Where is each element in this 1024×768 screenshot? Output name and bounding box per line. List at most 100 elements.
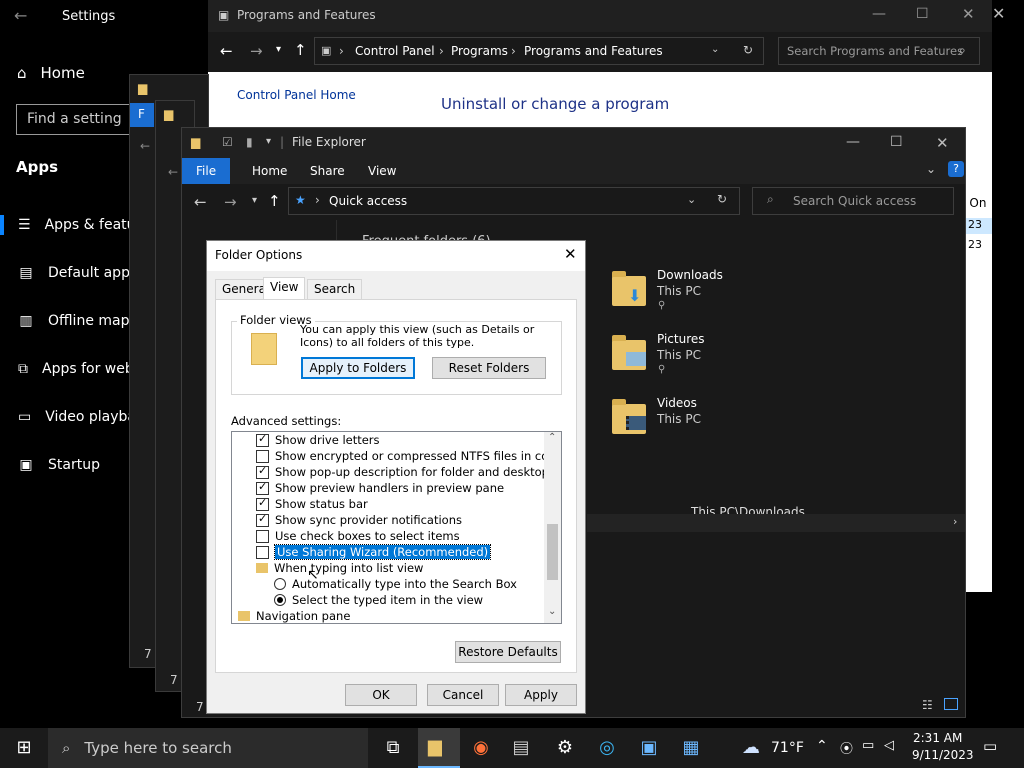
up-arrow-icon[interactable]: ↑ [268, 192, 281, 210]
chevron-down-icon[interactable]: ⌄ [711, 44, 719, 55]
recent-chevron-icon[interactable]: ▾ [276, 44, 281, 55]
settings-nav-apps-for-websites[interactable]: ⧉ Apps for websites [0, 354, 150, 384]
minimize-icon[interactable]: — [846, 134, 860, 150]
list-item[interactable]: Show encrypted or compressed NTFS files … [256, 448, 561, 464]
ribbon-expand-icon[interactable]: ⌄ [926, 162, 936, 176]
reset-folders-button[interactable]: Reset Folders [432, 357, 546, 379]
close-icon[interactable]: ✕ [564, 245, 577, 263]
checkbox[interactable] [256, 449, 269, 463]
radio-button[interactable] [274, 578, 286, 590]
settings-nav-video-playback[interactable]: ▭ Video playback [0, 402, 150, 432]
close-icon[interactable]: ✕ [992, 4, 1005, 23]
checkbox[interactable] [256, 545, 269, 559]
cp-home-link[interactable]: Control Panel Home [237, 88, 356, 102]
taskbar-file-explorer[interactable]: ▆ [418, 728, 460, 768]
edge-icon[interactable]: ◎ [594, 736, 620, 760]
back-arrow-icon[interactable]: ← [168, 165, 178, 179]
checkbox[interactable] [256, 512, 269, 527]
fe-search-input[interactable]: ⌕ Search Quick access [752, 187, 954, 215]
back-arrow-icon[interactable]: ← [220, 42, 233, 60]
checkbox[interactable] [256, 480, 269, 495]
folder-tile-videos[interactable]: Videos This PC [612, 396, 772, 442]
apply-to-folders-button[interactable]: Apply to Folders [301, 357, 415, 379]
back-arrow-icon[interactable]: ← [14, 6, 27, 25]
settings-nav-startup[interactable]: ▣ Startup [0, 450, 150, 480]
chevron-down-icon[interactable]: ⌄ [687, 193, 696, 206]
clock-date[interactable]: 9/11/2023 [912, 748, 974, 762]
volume-muted-icon[interactable]: ◁ [884, 738, 894, 753]
taskbar-search-input[interactable]: ⌕ Type here to search [48, 728, 368, 768]
list-item[interactable]: Show preview handlers in preview pane [256, 480, 504, 496]
close-icon[interactable]: ✕ [936, 134, 949, 152]
folder-tile-downloads[interactable]: ⬇ Downloads This PC ⚲ [612, 268, 772, 314]
ribbon-tab-view[interactable]: View [354, 158, 410, 184]
list-item[interactable]: Show pop-up description for folder and d… [256, 464, 561, 480]
breadcrumb-item[interactable]: Programs and Features [524, 44, 663, 58]
refresh-icon[interactable]: ↻ [743, 43, 753, 57]
checkbox[interactable] [256, 432, 269, 447]
notifications-icon[interactable]: ▭ [983, 737, 997, 755]
list-item[interactable]: Show status bar [256, 496, 368, 512]
cp-search-input[interactable]: Search Programs and Features ⌕ [778, 37, 980, 65]
ribbon-tab-share[interactable]: Share [296, 158, 359, 184]
horizontal-scrollbar[interactable]: › [587, 514, 965, 532]
maximize-icon[interactable]: ☐ [916, 6, 929, 22]
settings-nav-default-apps[interactable]: ▤ Default apps [0, 258, 150, 288]
checkbox[interactable] [256, 496, 269, 511]
ribbon-tab-home[interactable]: Home [238, 158, 301, 184]
tab-view[interactable]: View [263, 277, 306, 301]
large-icons-view-icon[interactable] [944, 698, 958, 710]
scroll-right-icon[interactable]: › [953, 515, 957, 528]
firefox-icon[interactable]: ◉ [468, 736, 494, 760]
list-item[interactable]: Select the typed item in the view [274, 592, 483, 608]
fe-address-bar[interactable]: ★ › Quick access ⌄ ↻ [288, 187, 740, 215]
file-tab[interactable]: F [130, 103, 154, 127]
settings-search-input[interactable]: Find a setting [16, 104, 136, 135]
forward-arrow-icon[interactable]: → [250, 42, 263, 60]
help-icon[interactable]: ? [948, 161, 964, 177]
cp-address-bar[interactable]: ▣ › Control Panel › Programs › Programs … [314, 37, 764, 65]
list-item-selected[interactable]: Use Sharing Wizard (Recommended) [256, 544, 492, 560]
back-arrow-icon[interactable]: ← [194, 193, 207, 211]
minimize-icon[interactable]: — [872, 6, 886, 22]
apply-button[interactable]: Apply [505, 684, 577, 706]
details-view-icon[interactable]: ☷ [922, 698, 933, 712]
chevron-up-icon[interactable]: ⌃ [816, 738, 828, 754]
settings-gear-icon[interactable]: ⚙ [552, 736, 578, 760]
ok-button[interactable]: OK [345, 684, 417, 706]
settings-nav-offline-maps[interactable]: ▥ Offline maps [0, 306, 150, 336]
clock-time[interactable]: 2:31 AM [913, 731, 962, 745]
checkbox[interactable] [256, 464, 269, 479]
notepad-icon[interactable]: ▤ [508, 736, 534, 760]
properties-icon[interactable]: ☑ [222, 135, 233, 149]
maximize-icon[interactable]: ☐ [890, 134, 903, 150]
checkbox[interactable] [256, 529, 269, 543]
breadcrumb-item[interactable]: Control Panel [355, 44, 435, 58]
weather-temp[interactable]: 71°F [771, 740, 804, 756]
control-panel-icon[interactable]: ▣ [636, 736, 662, 760]
new-folder-icon[interactable]: ▮ [246, 135, 253, 149]
breadcrumb-item[interactable]: Programs [451, 44, 508, 58]
list-item[interactable]: Show sync provider notifications [256, 512, 462, 528]
scroll-down-icon[interactable]: ⌄ [548, 606, 556, 617]
ribbon-tab-file[interactable]: File [182, 158, 231, 184]
list-item[interactable]: Use check boxes to select items [256, 528, 460, 544]
cancel-button[interactable]: Cancel [427, 684, 499, 706]
up-arrow-icon[interactable]: ↑ [294, 41, 307, 59]
task-view-icon[interactable]: ⧉ [380, 736, 406, 760]
settings-nav-apps-features[interactable]: ☰ Apps & features [0, 210, 150, 240]
qat-chevron-down-icon[interactable]: ▾ [266, 136, 271, 147]
network-icon[interactable]: ▭ [862, 738, 874, 753]
vertical-scrollbar[interactable]: ⌃ ⌄ [544, 432, 561, 623]
advanced-settings-list[interactable]: Show drive letters Show encrypted or com… [231, 431, 562, 624]
programs-icon[interactable]: ▦ [678, 736, 704, 760]
refresh-icon[interactable]: ↻ [717, 192, 727, 206]
radio-button[interactable] [274, 594, 286, 606]
meet-now-icon[interactable]: ⦿ [840, 738, 853, 757]
settings-home-link[interactable]: ⌂ Home [17, 64, 85, 82]
recent-chevron-icon[interactable]: ▾ [252, 195, 257, 206]
close-icon[interactable]: ✕ [962, 5, 975, 23]
tab-search[interactable]: Search [307, 279, 363, 299]
windows-start-icon[interactable]: ⊞ [11, 736, 37, 760]
list-item[interactable]: Show drive letters [256, 432, 380, 448]
